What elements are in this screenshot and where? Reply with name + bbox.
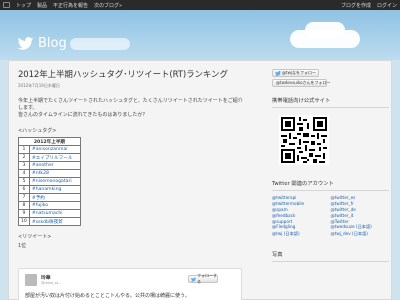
main-column: 2012年上半期ハッシュタグ･リツイート(RT)ランキング 2012年7月19日…: [18, 68, 268, 249]
photo-heading: 写真: [272, 252, 283, 259]
account-link[interactable]: @twitter_de: [331, 207, 390, 212]
follow-twdevsuiko-button[interactable]: @twdevsuikoさんをフォロー: [272, 79, 331, 87]
rank-cell: 3: [18, 161, 30, 170]
intro-line: します。: [18, 105, 38, 111]
account-link[interactable]: @twitter_es: [331, 195, 390, 200]
nav-link-top[interactable]: トップ: [16, 2, 31, 9]
nav-link-login[interactable]: ログイン: [377, 2, 397, 9]
hashtag-link[interactable]: #hanamking: [28, 185, 81, 194]
account-link[interactable]: @twedsuze (日本語): [331, 224, 390, 230]
account-link[interactable]: @twitterapi: [272, 195, 331, 200]
hashtag-link[interactable]: #ntk28: [28, 169, 81, 178]
table-row: 4 #ntk28: [18, 169, 81, 178]
twitter-bird-icon: [191, 276, 196, 281]
table-header: 2012年上半期: [18, 137, 81, 146]
qr-code-image[interactable]: [279, 115, 329, 165]
rank-cell: 10: [18, 217, 30, 226]
retweet-section-label: <リツイート>: [18, 234, 52, 240]
divider: [272, 190, 389, 191]
retweet-rank-label: 1位: [18, 243, 27, 249]
rank-cell: 7: [18, 193, 30, 202]
hashtag-ranking-table: 2012年上半期 1 #anisonzanmai 2 #エイプリルフール 3 #ano…: [18, 137, 81, 226]
twitter-bird-icon: [17, 37, 34, 50]
hashtag-link[interactable]: #エイプリルフール: [28, 153, 81, 162]
post-date: 2012年7月19日木曜日: [18, 83, 60, 88]
account-link[interactable]: @Twitter: [331, 219, 390, 224]
table-row: 5 #nisemonogatari: [18, 177, 81, 186]
tweet-follow-button[interactable]: フォローする: [188, 273, 218, 284]
follow-label: フォローする: [197, 273, 217, 284]
follow-label: @twjなをフォロー: [282, 70, 316, 75]
embedded-tweet-card: 玲華 @reika_st... フォローする 部屋が汚い奴は片付け始めるとことこ…: [18, 268, 242, 300]
table-row: 8 #fujiko: [18, 201, 81, 210]
rank-cell: 2: [18, 153, 30, 162]
post-intro: 今年上半期でたくさんツイートされたハッシュタグと、たくさんリツイートされたツイー…: [18, 98, 268, 119]
account-link[interactable]: @feedback: [272, 213, 331, 218]
account-link[interactable]: @twj (日本語): [272, 231, 331, 237]
account-link[interactable]: @Fledgling: [272, 224, 331, 230]
hashtag-link[interactable]: #another: [28, 161, 81, 170]
related-accounts-list: @twitterapi @twitter_es @twittermobile @…: [272, 195, 389, 237]
cloud-decoration: [305, 22, 345, 38]
hashtag-link[interactable]: #natsumachi: [28, 209, 81, 218]
hashtag-link[interactable]: #fujiko: [28, 201, 81, 210]
table-row: 6 #hanamking: [18, 185, 81, 194]
nav-link-next-blog[interactable]: 次のブログ»: [94, 2, 122, 9]
divider: [272, 107, 389, 108]
tweet-body: 部屋が汚い奴は片付け始めるとことこトんやる。公共の場は綺麗に使う。: [25, 293, 190, 299]
hashtag-link[interactable]: #anisonzanmai: [28, 145, 81, 154]
hashtag-link[interactable]: #予約: [28, 193, 81, 202]
table-row: 1 #anisonzanmai: [18, 145, 81, 154]
nav-link-products[interactable]: 製品: [37, 2, 47, 9]
related-accounts-heading: Twitter 関連のアカウント: [272, 181, 334, 187]
rank-cell: 1: [18, 145, 30, 154]
mobile-site-heading: 携帯電話向け公式サイト: [272, 98, 331, 104]
table-row: 2 #エイプリルフール: [18, 153, 81, 162]
rank-cell: 6: [18, 185, 30, 194]
post-title[interactable]: 2012年上半期ハッシュタグ･リツイート(RT)ランキング: [18, 68, 268, 80]
blogger-logo-icon[interactable]: [3, 2, 10, 8]
follow-twj-button[interactable]: @twjなをフォロー: [272, 69, 319, 77]
navbar-right: ブログを作成 ログイン: [341, 2, 397, 9]
nav-link-create-blog[interactable]: ブログを作成: [341, 2, 371, 9]
top-navbar: トップ 製品 不正行為を報告 次のブログ» ブログを作成 ログイン: [0, 0, 400, 10]
blog-header: Blog: [0, 10, 400, 60]
content-panel: 2012年上半期ハッシュタグ･リツイート(RT)ランキング 2012年7月19日…: [8, 60, 392, 300]
account-link[interactable]: @twj_dev (日本語): [331, 231, 390, 237]
cloud-decoration: [70, 38, 130, 50]
sidebar: @twjなをフォロー @twdevsuikoさんをフォロー 携帯電話向け公式サイ…: [272, 69, 389, 263]
hashtag-link[interactable]: #sskdb咲夜斧: [28, 217, 81, 226]
table-row: 9 #natsumachi: [18, 209, 81, 218]
account-link[interactable]: @twitter_it: [331, 213, 390, 218]
rank-cell: 5: [18, 177, 30, 186]
navbar-left: トップ 製品 不正行為を報告 次のブログ»: [3, 2, 122, 9]
account-link[interactable]: @spam: [272, 207, 331, 212]
blog-title: Blog: [38, 36, 67, 51]
hashtag-section-label: <ハッシュタグ>: [18, 128, 57, 134]
table-row: 3 #another: [18, 161, 81, 170]
qr-code-icon: [279, 115, 329, 165]
table-row: 10 #sskdb咲夜斧: [18, 217, 81, 226]
follow-label: @twdevsuikoさんをフォロー: [276, 80, 331, 85]
blog-brand[interactable]: Blog: [17, 36, 67, 51]
avatar[interactable]: [25, 274, 37, 286]
nav-link-report-abuse[interactable]: 不正行為を報告: [53, 2, 88, 9]
tweet-author-name[interactable]: 玲華: [41, 274, 51, 281]
intro-line: 皆さんのタイムラインに流れてきたものはありましたか？: [18, 112, 148, 118]
twitter-bird-icon: [275, 70, 281, 76]
divider: [272, 261, 389, 263]
tweet-author-handle[interactable]: @reika_st...: [41, 281, 61, 285]
rank-cell: 9: [18, 209, 30, 218]
rank-cell: 8: [18, 201, 30, 210]
intro-line: 今年上半期でたくさんツイートされたハッシュタグと、たくさんリツイートされたツイー…: [18, 98, 243, 104]
account-link[interactable]: @twitter_fr: [331, 201, 390, 206]
hashtag-link[interactable]: #nisemonogatari: [28, 177, 81, 186]
account-link[interactable]: @twittermobile: [272, 201, 331, 206]
table-row: 7 #予約: [18, 193, 81, 202]
account-link[interactable]: @support: [272, 219, 331, 224]
rank-cell: 4: [18, 169, 30, 178]
